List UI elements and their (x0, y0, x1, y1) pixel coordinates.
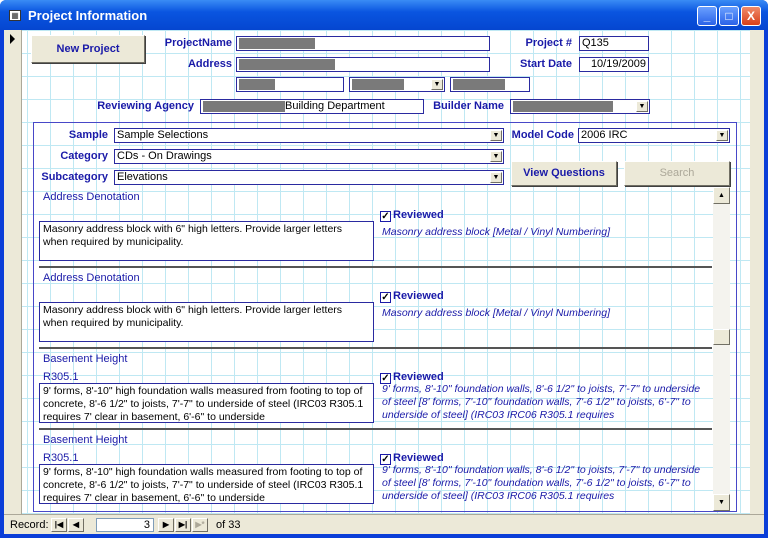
reviewing-agency-value: Building Department (285, 100, 385, 112)
vertical-scrollbar[interactable]: ▲ ▼ (713, 187, 730, 511)
question-record: Basement Height R305.1 ✓ Reviewed 9' form… (39, 349, 712, 430)
current-record-arrow-icon (10, 34, 15, 44)
address-label: Address (187, 58, 232, 70)
form-icon: ▦ (9, 10, 21, 21)
dropdown-arrow-icon[interactable]: ▼ (490, 130, 502, 141)
question-description[interactable]: Masonry address block with 6" high lette… (39, 221, 374, 261)
first-record-icon[interactable]: |◀ (51, 518, 67, 532)
category-value: CDs - On Drawings (117, 150, 212, 162)
question-code: R305.1 (43, 371, 79, 383)
new-record-icon[interactable]: ▶* (192, 518, 208, 532)
reviewing-agency-field[interactable]: Building Department (200, 99, 424, 114)
reviewed-label: Reviewed (393, 371, 444, 383)
reviewed-checkbox[interactable]: ✓ Reviewed (380, 209, 444, 222)
dropdown-arrow-icon[interactable]: ▼ (490, 172, 502, 183)
scroll-down-icon[interactable]: ▼ (713, 494, 730, 511)
checkbox-checked-icon: ✓ (380, 211, 391, 222)
record-selector[interactable] (4, 30, 22, 514)
question-title: Address Denotation (43, 191, 140, 203)
redacted (239, 78, 275, 90)
question-record: Basement Height R305.1 ✓ Reviewed 9' form… (39, 430, 712, 511)
sample-value: Sample Selections (117, 129, 209, 141)
state-combo[interactable]: ▼ (349, 77, 445, 92)
city-field[interactable] (236, 77, 344, 92)
scroll-thumb[interactable] (713, 329, 730, 345)
title-bar[interactable]: ▦ Project Information _ □ X (0, 0, 768, 30)
question-description[interactable]: Masonry address block with 6" high lette… (39, 302, 374, 342)
zip-field[interactable] (450, 77, 530, 92)
redacted (203, 100, 285, 112)
redacted (513, 100, 613, 112)
subcategory-value: Elevations (117, 171, 168, 183)
question-record: Address Denotation ✓ Reviewed Masonry add… (39, 268, 712, 349)
question-description[interactable]: 9' forms, 8'-10" high foundation walls m… (39, 464, 374, 504)
question-code: R305.1 (43, 452, 79, 464)
start-date-field[interactable]: 10/19/2009 (579, 57, 649, 72)
project-number-label: Project # (525, 37, 572, 49)
question-title: Basement Height (43, 353, 128, 365)
close-button[interactable]: X (741, 6, 761, 26)
category-combo[interactable]: CDs - On Drawings ▼ (114, 149, 504, 164)
new-project-button[interactable]: New Project (31, 35, 145, 63)
last-record-icon[interactable]: ▶| (175, 518, 191, 532)
model-code-label: Model Code (511, 129, 574, 141)
dropdown-arrow-icon[interactable]: ▼ (636, 101, 648, 112)
previous-record-icon[interactable]: ◀ (68, 518, 84, 532)
reviewed-label: Reviewed (393, 452, 444, 464)
project-number-field[interactable]: Q135 (579, 36, 649, 51)
record-navigation: Record: |◀ ◀ 3 ▶ ▶| ▶* of 33 (4, 514, 764, 534)
dropdown-arrow-icon[interactable]: ▼ (490, 151, 502, 162)
form-edge (750, 30, 764, 514)
question-answer: Masonry address block [Metal / Vinyl Num… (382, 226, 610, 238)
start-date-label: Start Date (520, 58, 572, 70)
window-title: Project Information (28, 8, 148, 23)
reviewed-checkbox[interactable]: ✓ Reviewed (380, 290, 444, 303)
reviewed-label: Reviewed (393, 209, 444, 221)
model-code-value: 2006 IRC (581, 129, 628, 141)
search-button[interactable]: Search (624, 161, 730, 186)
sample-label: Sample (68, 129, 108, 141)
record-count: of 33 (216, 519, 241, 531)
maximize-button[interactable]: □ (719, 6, 739, 26)
questions-subform: Sample Sample Selections ▼ Category CDs -… (33, 122, 737, 512)
project-name-label: ProjectName (164, 37, 232, 49)
redacted (453, 78, 505, 90)
question-title: Address Denotation (43, 272, 140, 284)
record-label: Record: (10, 519, 49, 531)
question-description[interactable]: 9' forms, 8'-10" high foundation walls m… (39, 383, 374, 423)
dropdown-arrow-icon[interactable]: ▼ (431, 79, 443, 90)
builder-name-label: Builder Name (433, 100, 504, 112)
question-title: Basement Height (43, 434, 128, 446)
sample-combo[interactable]: Sample Selections ▼ (114, 128, 504, 143)
next-record-icon[interactable]: ▶ (158, 518, 174, 532)
category-label: Category (60, 150, 108, 162)
subcategory-label: Subcategory (41, 171, 108, 183)
address-field[interactable] (236, 57, 490, 72)
minimize-button[interactable]: _ (697, 6, 717, 26)
builder-name-combo[interactable]: ▼ (510, 99, 650, 114)
model-code-combo[interactable]: 2006 IRC ▼ (578, 128, 730, 143)
reviewing-agency-label: Reviewing Agency (97, 100, 194, 112)
view-questions-button[interactable]: View Questions (511, 161, 617, 186)
question-answer: 9' forms, 8'-10" foundation walls, 8'-6 … (382, 383, 701, 421)
redacted (239, 58, 335, 70)
reviewed-label: Reviewed (393, 290, 444, 302)
form-body: New Project ProjectName Address ▼ Projec… (4, 30, 764, 534)
question-answer: Masonry address block [Metal / Vinyl Num… (382, 307, 610, 319)
record-number-input[interactable]: 3 (96, 518, 154, 532)
redacted (239, 37, 315, 49)
scroll-up-icon[interactable]: ▲ (713, 187, 730, 204)
dropdown-arrow-icon[interactable]: ▼ (716, 130, 728, 141)
subcategory-combo[interactable]: Elevations ▼ (114, 170, 504, 185)
question-record: Address Denotation ✓ Reviewed Masonry add… (39, 187, 712, 268)
question-answer: 9' forms, 8'-10" foundation walls, 8'-6 … (382, 464, 701, 502)
checkbox-checked-icon: ✓ (380, 292, 391, 303)
redacted (352, 78, 404, 90)
project-name-field[interactable] (236, 36, 490, 51)
window: ▦ Project Information _ □ X New Project … (0, 0, 768, 538)
